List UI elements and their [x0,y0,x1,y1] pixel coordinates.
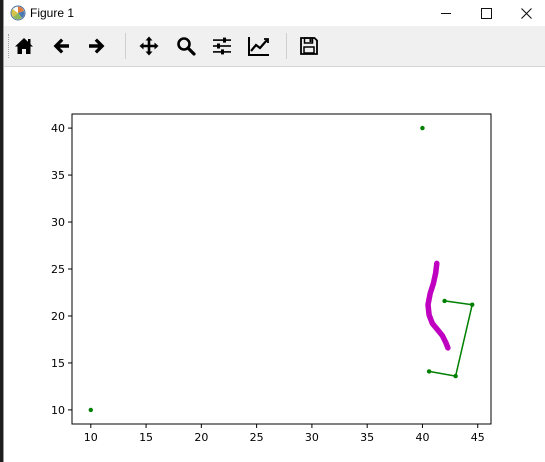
minimize-icon [441,12,451,14]
title-bar[interactable]: Figure 1 [4,0,545,26]
zoom-button[interactable] [172,32,200,60]
sliders-icon [213,37,231,55]
y-tick-label: 20 [51,310,65,323]
line-chart-icon [248,37,269,56]
x-tick-label: 25 [250,431,264,444]
matplotlib-app-icon [10,5,26,21]
figure-canvas[interactable]: 10 15 20 25 30 35 40 45 10 15 20 25 30 35 40 [4,67,545,462]
x-tick-label: 40 [415,431,429,444]
y-tick-label: 25 [51,263,65,276]
move-icon [139,36,159,56]
save-button[interactable] [295,32,323,60]
figure-window: Figure 1 10 15 20 25 30 35 40 45 10 15 2… [3,0,545,462]
y-tick-label: 10 [51,404,65,417]
x-tick-label: 20 [194,431,208,444]
x-tick-label: 45 [471,431,485,444]
x-tick-label: 35 [360,431,374,444]
y-tick-label: 35 [51,169,65,182]
y-tick-label: 40 [51,122,65,135]
close-button[interactable] [506,0,545,26]
minimize-button[interactable] [426,0,466,26]
y-tick-label: 30 [51,216,65,229]
toolbar-separator [125,33,126,59]
axes-frame [71,113,492,425]
maximize-button[interactable] [466,0,506,26]
x-tick-label: 15 [139,431,153,444]
magnifier-icon [177,37,196,56]
floppy-disk-icon [300,37,318,55]
arrow-right-icon [89,38,105,54]
back-button[interactable] [47,32,75,60]
plot-area[interactable]: 10 15 20 25 30 35 40 45 10 15 20 25 30 35 40 [4,67,545,462]
close-icon [520,7,532,19]
green-point [88,407,93,413]
configure-subplots-button[interactable] [208,32,236,60]
x-tick-label: 30 [305,431,319,444]
green-vertex-point [453,373,458,379]
green-vertex-point [426,369,432,374]
arrow-left-icon [53,38,69,54]
green-vertex-point [470,302,475,307]
toolbar-separator [286,33,287,59]
home-button[interactable] [10,32,38,60]
pan-button[interactable] [135,32,163,60]
window-title: Figure 1 [30,6,75,20]
forward-button[interactable] [83,32,111,60]
green-vertex-point [442,298,447,304]
y-tick-label: 15 [51,357,65,370]
maximize-icon [480,7,492,19]
navigation-toolbar [4,26,545,67]
edit-axis-button[interactable] [245,32,273,60]
x-tick-label: 10 [84,431,98,444]
green-point [420,125,425,131]
home-icon [15,38,33,54]
